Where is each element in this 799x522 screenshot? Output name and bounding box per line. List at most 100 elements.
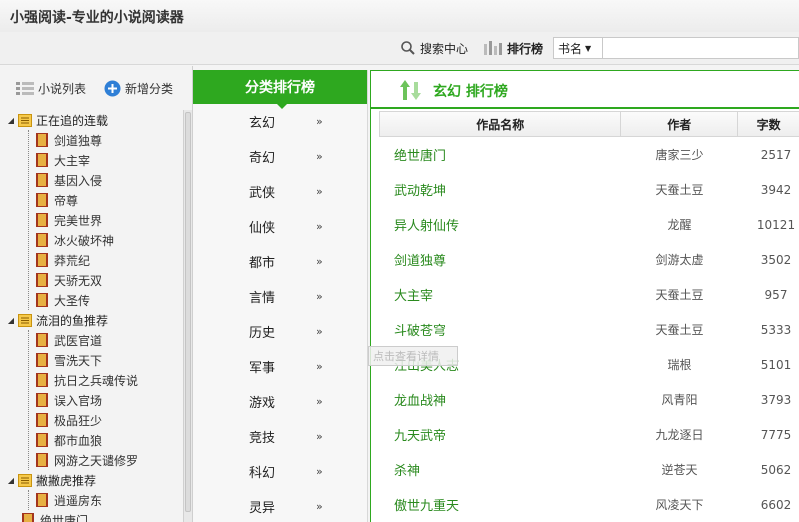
ranking-header: 玄幻 排行榜 — [371, 71, 799, 109]
tree-group-label: 流泪的鱼推荐 — [36, 313, 109, 328]
tree-item[interactable]: 帝尊 — [4, 190, 182, 210]
book-icon — [36, 353, 48, 367]
ranking-label: 排行榜 — [507, 41, 544, 56]
tree-item[interactable]: 误入官场 — [4, 390, 182, 410]
title-bar: 小强阅读-专业的小说阅读器 — [0, 0, 799, 32]
category-item[interactable]: 历史» — [193, 314, 368, 349]
book-title-link[interactable]: 大主宰 — [379, 285, 621, 304]
book-title-link[interactable]: 龙血战神 — [379, 390, 621, 409]
folder-list-icon — [18, 113, 32, 127]
category-ranking-header: 分类排行榜 — [193, 70, 367, 109]
ranking-table: 作品名称 作者 字数 绝世唐门 唐家三少 2517 武动乾坤 天蚕土豆 3942 异人射… — [379, 111, 799, 522]
category-item[interactable]: 灵异» — [193, 489, 368, 522]
expand-arrow-icon[interactable]: ◢ — [4, 476, 18, 485]
book-title-link[interactable]: 绝世唐门 — [379, 145, 621, 164]
book-icon — [22, 513, 34, 522]
tree-item[interactable]: 基因入侵 — [4, 170, 182, 190]
category-item[interactable]: 军事» — [193, 349, 368, 384]
book-title-link[interactable]: 武动乾坤 — [379, 180, 621, 199]
chevron-right-icon: » — [316, 465, 323, 478]
tree-item[interactable]: 武医官道 — [4, 330, 182, 350]
tree-group-fish[interactable]: ◢ 流泪的鱼推荐 — [4, 310, 182, 330]
book-icon — [36, 453, 48, 467]
tree-item[interactable]: 都市血狼 — [4, 430, 182, 450]
novel-tree: ◢ 正在追的连载 剑道独尊 大主宰 基因入侵 帝尊 完美世界 冰火破坏神 莽荒纪… — [4, 110, 182, 522]
tree-item[interactable]: 天骄无双 — [4, 270, 182, 290]
tree-item[interactable]: 大圣传 — [4, 290, 182, 310]
table-row[interactable]: 异人射仙传 龙醒 10121 — [379, 207, 799, 242]
book-title-link[interactable]: 杀神 — [379, 460, 621, 479]
column-header-name[interactable]: 作品名称 — [380, 112, 622, 136]
add-category-label: 新增分类 — [125, 81, 174, 96]
table-row[interactable]: 大主宰 天蚕土豆 957 — [379, 277, 799, 312]
tree-item[interactable]: 抗日之兵魂传说 — [4, 370, 182, 390]
ranking-title: 玄幻 排行榜 — [433, 84, 508, 100]
expand-arrow-icon[interactable]: ◢ — [4, 116, 18, 125]
chevron-right-icon: » — [316, 255, 323, 268]
book-icon — [36, 493, 48, 507]
tree-item[interactable]: 雪洗天下 — [4, 350, 182, 370]
category-item[interactable]: 奇幻» — [193, 139, 368, 174]
category-item[interactable]: 游戏» — [193, 384, 368, 419]
sidebar-header: 小说列表 新增分类 — [0, 66, 192, 110]
category-item[interactable]: 言情» — [193, 279, 368, 314]
tree-item[interactable]: 大主宰 — [4, 150, 182, 170]
table-row[interactable]: 龙血战神 风青阳 3793 — [379, 382, 799, 417]
table-row[interactable]: 杀神 逆苍天 5062 — [379, 452, 799, 487]
column-header-author[interactable]: 作者 — [621, 112, 739, 136]
chevron-right-icon: » — [316, 290, 323, 303]
chevron-right-icon: » — [316, 500, 323, 513]
list-icon — [16, 82, 34, 95]
category-item[interactable]: 武侠» — [193, 174, 368, 209]
category-item[interactable]: 仙侠» — [193, 209, 368, 244]
table-row[interactable]: 剑道独尊 剑游太虚 3502 — [379, 242, 799, 277]
tree-item[interactable]: 极品狂少 — [4, 410, 182, 430]
tree-item[interactable]: 绝世唐门 — [4, 510, 182, 522]
category-item[interactable]: 竞技» — [193, 419, 368, 454]
tree-group-following[interactable]: ◢ 正在追的连载 — [4, 110, 182, 130]
search-type-select[interactable]: 书名 ▼ — [553, 37, 603, 59]
table-row[interactable]: 斗破苍穹 天蚕土豆 5333 — [379, 312, 799, 347]
ranking-button[interactable]: 排行榜 — [483, 38, 543, 58]
novel-list-button[interactable]: 小说列表 — [16, 80, 86, 97]
table-row[interactable]: 武动乾坤 天蚕土豆 3942 — [379, 172, 799, 207]
novel-list-label: 小说列表 — [38, 81, 87, 96]
chevron-right-icon: » — [316, 325, 323, 338]
category-item[interactable]: 都市» — [193, 244, 368, 279]
book-title-link[interactable]: 傲世九重天 — [379, 495, 621, 514]
category-item[interactable]: 玄幻» — [193, 104, 368, 139]
book-icon — [36, 213, 48, 227]
search-type-value: 书名 — [558, 41, 583, 56]
book-title-link[interactable]: 九天武帝 — [379, 425, 621, 444]
category-item[interactable]: 科幻» — [193, 454, 368, 489]
table-row[interactable]: 绝世唐门 唐家三少 2517 — [379, 137, 799, 172]
tree-item[interactable]: 完美世界 — [4, 210, 182, 230]
tree-item[interactable]: 莽荒纪 — [4, 250, 182, 270]
window-title: 小强阅读-专业的小说阅读器 — [10, 10, 184, 26]
tree-item[interactable]: 冰火破坏神 — [4, 230, 182, 250]
book-title-link[interactable]: 斗破苍穹 — [379, 320, 621, 339]
scrollbar-thumb[interactable] — [185, 112, 191, 512]
sort-arrows-icon — [400, 80, 421, 100]
chevron-right-icon: » — [316, 360, 323, 373]
folder-list-icon — [18, 313, 32, 327]
book-icon — [36, 253, 48, 267]
book-icon — [36, 413, 48, 427]
book-title-link[interactable]: 剑道独尊 — [379, 250, 621, 269]
tree-item[interactable]: 网游之天谴修罗 — [4, 450, 182, 470]
search-input[interactable] — [603, 37, 799, 59]
sidebar-scrollbar[interactable] — [183, 110, 192, 522]
add-category-button[interactable]: 新增分类 — [104, 80, 173, 97]
search-center-button[interactable]: 搜索中心 — [400, 38, 468, 58]
tree-item[interactable]: 逍遥房东 — [4, 490, 182, 510]
table-row[interactable]: 九天武帝 九龙逐日 7775 — [379, 417, 799, 452]
book-title-link[interactable]: 异人射仙传 — [379, 215, 621, 234]
tree-item[interactable]: 剑道独尊 — [4, 130, 182, 150]
folder-list-icon — [18, 473, 32, 487]
chevron-right-icon: » — [316, 430, 323, 443]
table-row[interactable]: 傲世九重天 风凌天下 6602 — [379, 487, 799, 522]
book-icon — [36, 333, 48, 347]
tree-group-tiger[interactable]: ◢ 撇撇虎推荐 — [4, 470, 182, 490]
column-header-words[interactable]: 字数 — [738, 112, 799, 136]
expand-arrow-icon[interactable]: ◢ — [4, 316, 18, 325]
